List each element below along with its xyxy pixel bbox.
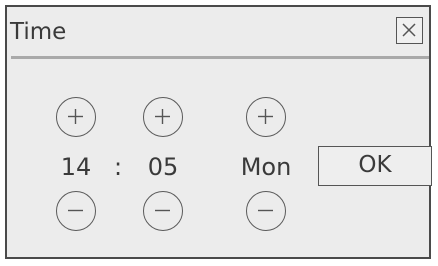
title-divider	[11, 56, 429, 59]
dialog-title: Time	[10, 19, 67, 45]
minute-value: 05	[147, 153, 179, 181]
close-icon	[402, 23, 416, 37]
minus-icon	[68, 209, 83, 212]
minute-decrement-button[interactable]	[143, 191, 183, 231]
minus-icon	[155, 209, 170, 212]
hour-increment-button[interactable]	[56, 97, 96, 137]
day-value: Mon	[240, 153, 292, 181]
plus-icon	[155, 109, 170, 124]
day-decrement-button[interactable]	[246, 191, 286, 231]
day-increment-button[interactable]	[246, 97, 286, 137]
close-button[interactable]	[396, 17, 423, 44]
ok-button[interactable]: OK	[318, 146, 432, 186]
minus-icon	[258, 209, 273, 212]
plus-icon	[258, 109, 273, 124]
hour-value: 14	[60, 153, 92, 181]
hour-decrement-button[interactable]	[56, 191, 96, 231]
time-separator: :	[113, 153, 123, 181]
minute-increment-button[interactable]	[143, 97, 183, 137]
plus-icon	[68, 109, 83, 124]
